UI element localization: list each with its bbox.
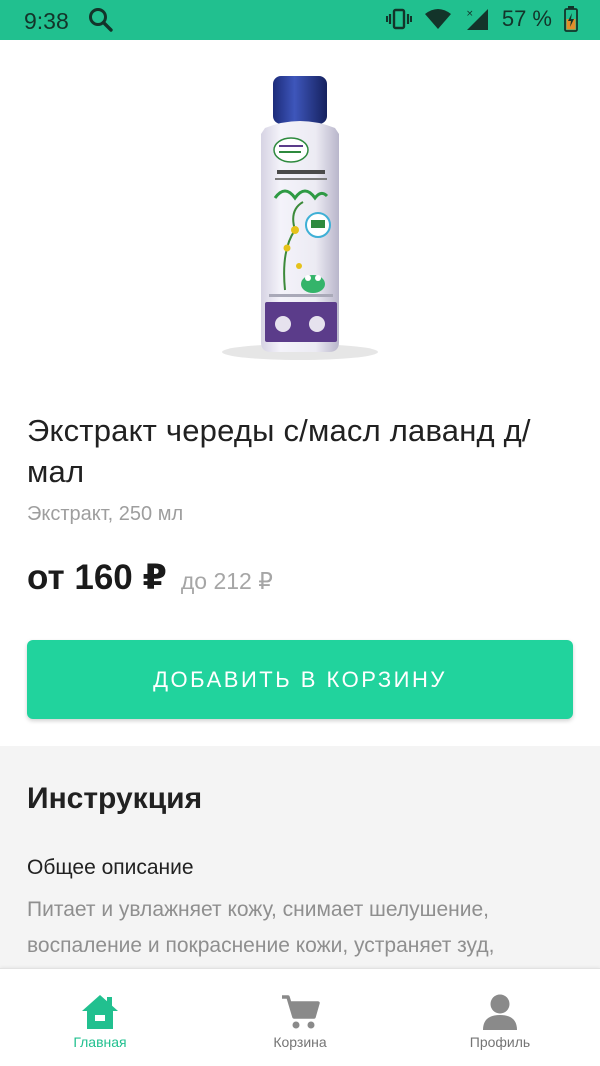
signal-icon: × bbox=[466, 9, 488, 30]
nav-item-home[interactable]: Главная bbox=[0, 969, 200, 1066]
profile-icon bbox=[483, 994, 517, 1030]
nav-item-cart[interactable]: Корзина bbox=[200, 969, 400, 1066]
product-image bbox=[222, 76, 378, 360]
product-title: Экстракт череды с/масл лаванд д/мал bbox=[27, 413, 531, 489]
status-icons: × 57 % bbox=[385, 6, 578, 32]
battery-percent: 57 % bbox=[501, 6, 552, 31]
price-from: от 160 ₽ bbox=[27, 558, 167, 597]
product-subtitle: Экстракт, 250 мл bbox=[27, 503, 184, 525]
nav-label-profile: Профиль bbox=[469, 1034, 531, 1050]
status-time: 9:38 bbox=[24, 8, 69, 34]
wifi-icon bbox=[424, 9, 451, 29]
instruction-text: Питает и увлажняет кожу, снимает шелушен… bbox=[27, 898, 495, 957]
home-icon bbox=[82, 995, 118, 1029]
nav-item-profile[interactable]: Профиль bbox=[400, 969, 600, 1066]
bottom-nav: Главная Корзина Профиль bbox=[0, 968, 600, 1066]
cart-icon bbox=[282, 995, 320, 1029]
price-to: до 212 ₽ bbox=[180, 568, 273, 594]
nav-label-cart: Корзина bbox=[273, 1034, 327, 1050]
instruction-section: Инструкция Общее описание Питает и увлаж… bbox=[0, 746, 600, 971]
nav-label-home: Главная bbox=[73, 1034, 127, 1050]
instruction-subheading: Общее описание bbox=[27, 856, 194, 879]
search-icon bbox=[89, 8, 113, 32]
instruction-title: Инструкция bbox=[27, 782, 203, 815]
price-row: от 160 ₽ до 212 ₽ bbox=[27, 558, 273, 598]
battery-icon bbox=[564, 6, 578, 32]
vibrate-icon bbox=[385, 8, 412, 30]
add-to-cart-button[interactable]: ДОБАВИТЬ В КОРЗИНУ bbox=[27, 640, 573, 719]
svg-text:×: × bbox=[466, 9, 474, 19]
status-bar: 9:38 × 57 % bbox=[0, 0, 600, 40]
